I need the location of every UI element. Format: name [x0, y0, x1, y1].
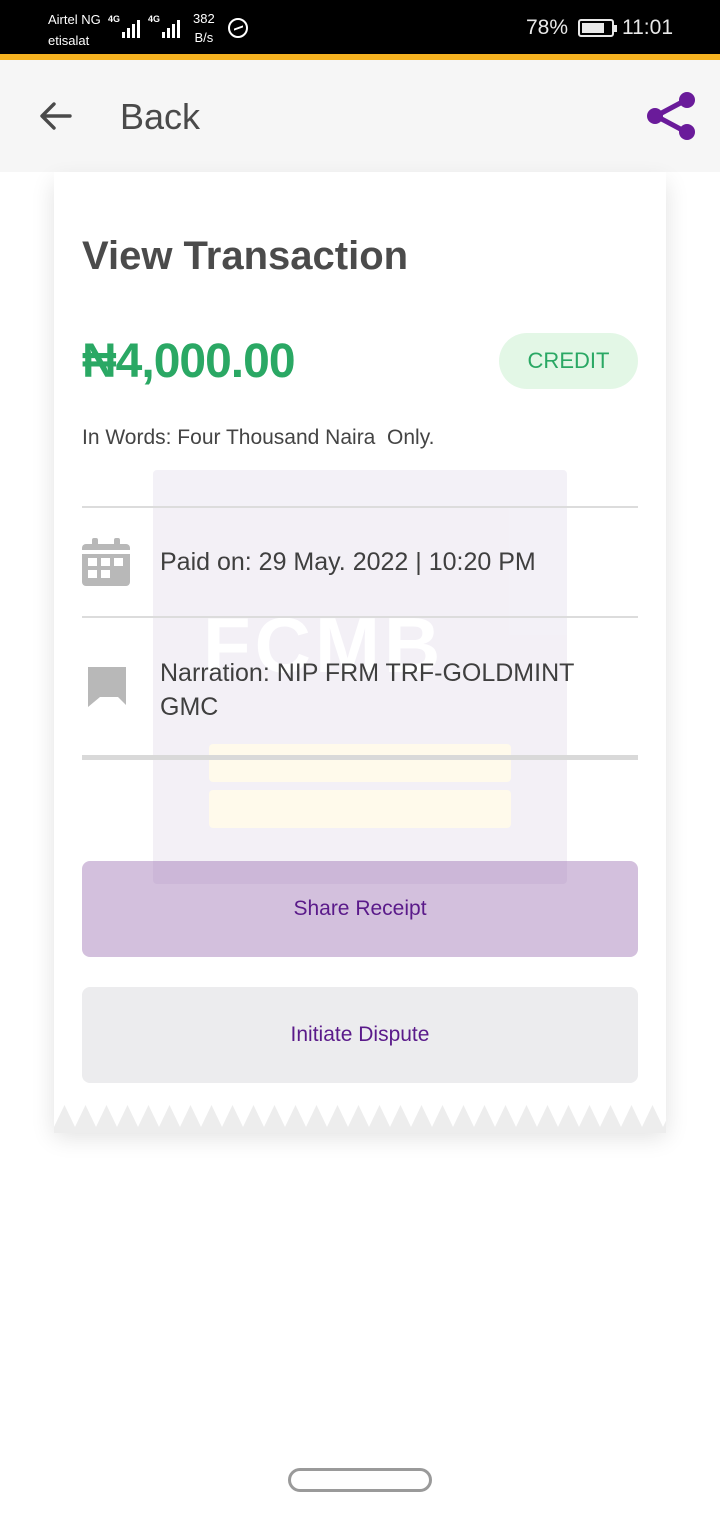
status-bar: Airtel NG etisalat 4G 4G 382 B/s 78% 11:…: [0, 0, 720, 54]
messenger-icon: [228, 18, 248, 38]
initiate-dispute-button[interactable]: Initiate Dispute: [82, 987, 638, 1083]
watermark-bar-2: [209, 790, 511, 828]
app-bar: Back: [0, 60, 720, 172]
narration-text: Narration: NIP FRM TRF-GOLDMINT GMC: [160, 659, 574, 721]
divider-thick: [82, 755, 638, 760]
receipt-card: View Transaction FCMB ₦4,000.00 CREDIT I…: [54, 172, 666, 1127]
receipt-zigzag-edge: [54, 1105, 666, 1133]
carrier-names: Airtel NG etisalat: [48, 9, 101, 51]
battery-icon: [578, 19, 617, 37]
page-title: View Transaction: [82, 234, 409, 278]
calendar-icon: [82, 538, 130, 586]
battery-percent: 78%: [526, 16, 569, 39]
arrow-left-icon[interactable]: [36, 96, 76, 136]
home-indicator[interactable]: [288, 1468, 432, 1492]
carrier-2: etisalat: [48, 33, 90, 48]
speed-unit: B/s: [194, 30, 214, 45]
paid-on-date: Paid on: 29 May. 2022 | 10:20 PM: [160, 548, 536, 576]
back-button[interactable]: Back: [120, 96, 200, 138]
amount-in-words: In Words: Four Thousand Naira Only.: [82, 426, 435, 449]
share-receipt-button[interactable]: Share Receipt: [82, 861, 638, 957]
speed-value: 382: [193, 11, 215, 26]
network-speed: 382 B/s: [193, 9, 215, 47]
carrier-1: Airtel NG: [48, 12, 101, 27]
network-type-1: 4G: [108, 14, 121, 24]
share-icon[interactable]: [644, 90, 698, 142]
chat-bubble-icon: [88, 667, 126, 707]
screen: Airtel NG etisalat 4G 4G 382 B/s 78% 11:…: [0, 0, 720, 1520]
status-time: 11:01: [622, 16, 673, 39]
credit-badge: CREDIT: [499, 333, 638, 389]
signal-icon-1: 4G: [108, 14, 144, 38]
divider: [82, 506, 638, 508]
transaction-amount: ₦4,000.00: [82, 335, 296, 388]
divider: [82, 616, 638, 618]
signal-icon-2: 4G: [148, 14, 184, 38]
network-type-2: 4G: [148, 14, 161, 24]
watermark-bar-1: [209, 744, 511, 782]
